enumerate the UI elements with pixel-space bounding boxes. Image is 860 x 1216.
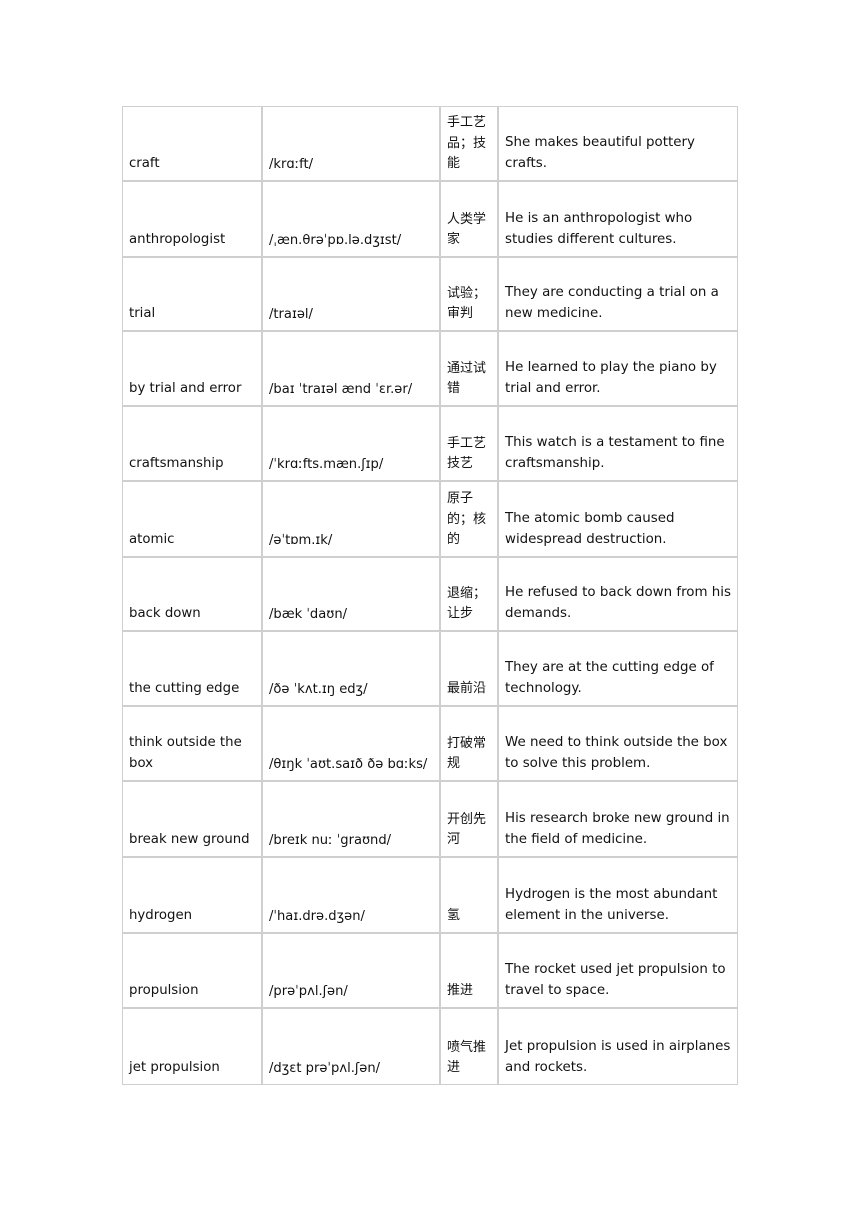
table-row: jet propulsion/dʒɛt prəˈpʌl.ʃən/喷气推进 Jet … — [122, 1008, 738, 1085]
word-cell: craft — [122, 106, 262, 181]
table-row: craft/krɑːft/手工艺品；技能 She makes beautiful … — [122, 106, 738, 181]
example-cell: The rocket used jet propulsion to travel… — [498, 933, 738, 1008]
phonetic-cell: /breɪk nuː ˈgraʊnd/ — [262, 781, 440, 857]
meaning-cell: 推进 — [440, 933, 498, 1008]
meaning-cell: 退缩；让步 — [440, 557, 498, 631]
table-row: trial/traɪəl/试验；审判 They are conducting a … — [122, 257, 738, 331]
meaning-cell: 开创先河 — [440, 781, 498, 857]
meaning-cell: 原子的；核的 — [440, 481, 498, 557]
meaning-cell: 通过试错 — [440, 331, 498, 406]
word-cell: anthropologist — [122, 181, 262, 257]
meaning-cell: 打破常规 — [440, 706, 498, 781]
example-cell: This watch is a testament to fine crafts… — [498, 406, 738, 481]
phonetic-cell: /ˌæn.θrəˈpɒ.lə.dʒɪst/ — [262, 181, 440, 257]
table-row: think outside the box/θɪŋk ˈaʊt.saɪð ðə … — [122, 706, 738, 781]
example-cell: She makes beautiful pottery crafts. — [498, 106, 738, 181]
example-cell: Jet propulsion is used in airplanes and … — [498, 1008, 738, 1085]
phonetic-cell: /traɪəl/ — [262, 257, 440, 331]
word-cell: jet propulsion — [122, 1008, 262, 1085]
phonetic-cell: /dʒɛt prəˈpʌl.ʃən/ — [262, 1008, 440, 1085]
word-cell: atomic — [122, 481, 262, 557]
meaning-cell: 喷气推进 — [440, 1008, 498, 1085]
example-cell: He learned to play the piano by trial an… — [498, 331, 738, 406]
example-cell: They are conducting a trial on a new med… — [498, 257, 738, 331]
word-cell: trial — [122, 257, 262, 331]
meaning-cell: 试验；审判 — [440, 257, 498, 331]
document-page: craft/krɑːft/手工艺品；技能 She makes beautiful … — [0, 0, 860, 1216]
word-cell: break new ground — [122, 781, 262, 857]
table-row: the cutting edge/ðə ˈkʌt.ɪŋ edʒ/最前沿 They … — [122, 631, 738, 706]
word-cell: craftsmanship — [122, 406, 262, 481]
example-cell: They are at the cutting edge of technolo… — [498, 631, 738, 706]
table-row: anthropologist/ˌæn.θrəˈpɒ.lə.dʒɪst/人类学家 H… — [122, 181, 738, 257]
phonetic-cell: /krɑːft/ — [262, 106, 440, 181]
phonetic-cell: /baɪ ˈtraɪəl ænd ˈɛr.ər/ — [262, 331, 440, 406]
word-cell: the cutting edge — [122, 631, 262, 706]
meaning-cell: 手工艺技艺 — [440, 406, 498, 481]
example-cell: He refused to back down from his demands… — [498, 557, 738, 631]
table-row: break new ground/breɪk nuː ˈgraʊnd/开创先河 H… — [122, 781, 738, 857]
example-cell: We need to think outside the box to solv… — [498, 706, 738, 781]
phonetic-cell: /əˈtɒm.ɪk/ — [262, 481, 440, 557]
phonetic-cell: /ˈkrɑːfts.mæn.ʃɪp/ — [262, 406, 440, 481]
vocabulary-table: craft/krɑːft/手工艺品；技能 She makes beautiful … — [122, 106, 738, 1085]
example-cell: He is an anthropologist who studies diff… — [498, 181, 738, 257]
table-row: hydrogen/ˈhaɪ.drə.dʒən/氢 Hydrogen is the … — [122, 857, 738, 933]
table-row: craftsmanship/ˈkrɑːfts.mæn.ʃɪp/手工艺技艺 This… — [122, 406, 738, 481]
meaning-cell: 氢 — [440, 857, 498, 933]
phonetic-cell: /prəˈpʌl.ʃən/ — [262, 933, 440, 1008]
meaning-cell: 人类学家 — [440, 181, 498, 257]
example-cell: His research broke new ground in the fie… — [498, 781, 738, 857]
phonetic-cell: /ˈhaɪ.drə.dʒən/ — [262, 857, 440, 933]
word-cell: think outside the box — [122, 706, 262, 781]
table-row: by trial and error/baɪ ˈtraɪəl ænd ˈɛr.ə… — [122, 331, 738, 406]
meaning-cell: 最前沿 — [440, 631, 498, 706]
word-cell: propulsion — [122, 933, 262, 1008]
table-row: propulsion/prəˈpʌl.ʃən/推进 The rocket used… — [122, 933, 738, 1008]
phonetic-cell: /ðə ˈkʌt.ɪŋ edʒ/ — [262, 631, 440, 706]
table-row: back down/bæk ˈdaʊn/退缩；让步 He refused to b… — [122, 557, 738, 631]
example-cell: Hydrogen is the most abundant element in… — [498, 857, 738, 933]
phonetic-cell: /bæk ˈdaʊn/ — [262, 557, 440, 631]
word-cell: by trial and error — [122, 331, 262, 406]
word-cell: hydrogen — [122, 857, 262, 933]
table-row: atomic/əˈtɒm.ɪk/原子的；核的 The atomic bomb ca… — [122, 481, 738, 557]
vocabulary-table-body: craft/krɑːft/手工艺品；技能 She makes beautiful … — [122, 106, 738, 1085]
meaning-cell: 手工艺品；技能 — [440, 106, 498, 181]
phonetic-cell: /θɪŋk ˈaʊt.saɪð ðə bɑːks/ — [262, 706, 440, 781]
word-cell: back down — [122, 557, 262, 631]
example-cell: The atomic bomb caused widespread destru… — [498, 481, 738, 557]
